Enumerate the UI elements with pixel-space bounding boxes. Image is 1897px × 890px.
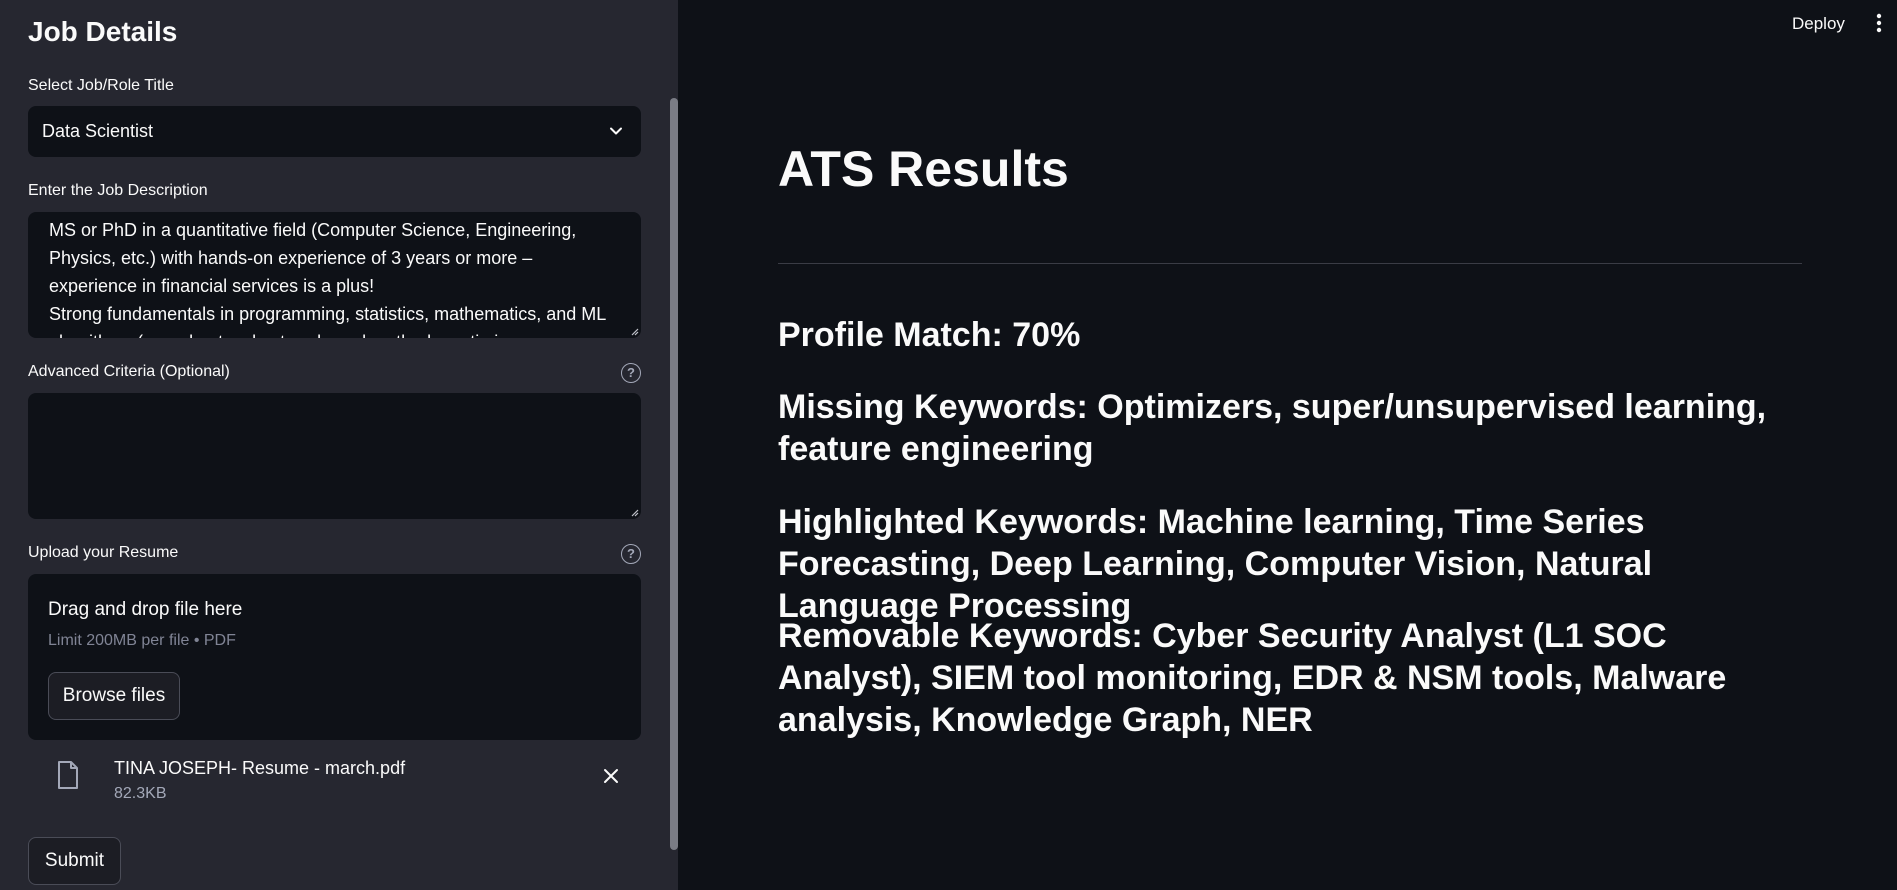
file-dropzone[interactable]: Drag and drop file here Limit 200MB per … [28,574,641,740]
uploaded-file-name: TINA JOSEPH- Resume - march.pdf [114,758,406,778]
submit-button[interactable]: Submit [28,837,121,885]
job-title-select[interactable]: Data Scientist [28,106,641,157]
file-icon [58,761,78,789]
browse-files-button[interactable]: Browse files [48,672,180,720]
divider [778,263,1802,264]
profile-match-text: Profile Match: 70% [778,316,1081,354]
job-description-label: Enter the Job Description [28,182,208,199]
resize-grip-icon[interactable] [631,328,639,336]
more-menu-icon[interactable] [1876,13,1882,33]
app: Job Details Select Job/Role Title Data S… [0,0,1897,890]
job-description-textarea[interactable]: MS or PhD in a quantitative field (Compu… [28,212,641,338]
page-title: ATS Results [778,141,1069,197]
dropzone-limit-text: Limit 200MB per file • PDF [48,632,236,649]
uploaded-file-item: TINA JOSEPH- Resume - march.pdf 82.3KB [28,750,641,810]
chevron-down-icon [610,127,622,135]
highlighted-keywords-text: Highlighted Keywords: Machine learning, … [778,503,1653,625]
job-select-label: Select Job/Role Title [28,77,174,94]
help-icon[interactable]: ? [621,544,641,564]
help-icon[interactable]: ? [621,363,641,383]
sidebar-scrollbar[interactable] [670,98,678,850]
missing-keywords-text: Missing Keywords: Optimizers, super/unsu… [778,388,1767,468]
sidebar: Job Details Select Job/Role Title Data S… [0,0,678,890]
removable-keywords-text: Removable Keywords: Cyber Security Analy… [778,617,1727,739]
close-icon[interactable] [603,768,619,784]
uploaded-file-size: 82.3KB [114,785,167,802]
resize-grip-icon[interactable] [631,509,639,517]
dropzone-text: Drag and drop file here [48,599,243,620]
advanced-criteria-textarea[interactable] [28,393,641,519]
sidebar-title: Job Details [28,16,178,47]
job-description-text: MS or PhD in a quantitative field (Compu… [49,220,606,338]
upload-resume-label: Upload your Resume [28,544,179,561]
deploy-button[interactable]: Deploy [1780,10,1857,38]
advanced-criteria-label: Advanced Criteria (Optional) [28,363,230,380]
job-title-select-value: Data Scientist [42,121,154,141]
